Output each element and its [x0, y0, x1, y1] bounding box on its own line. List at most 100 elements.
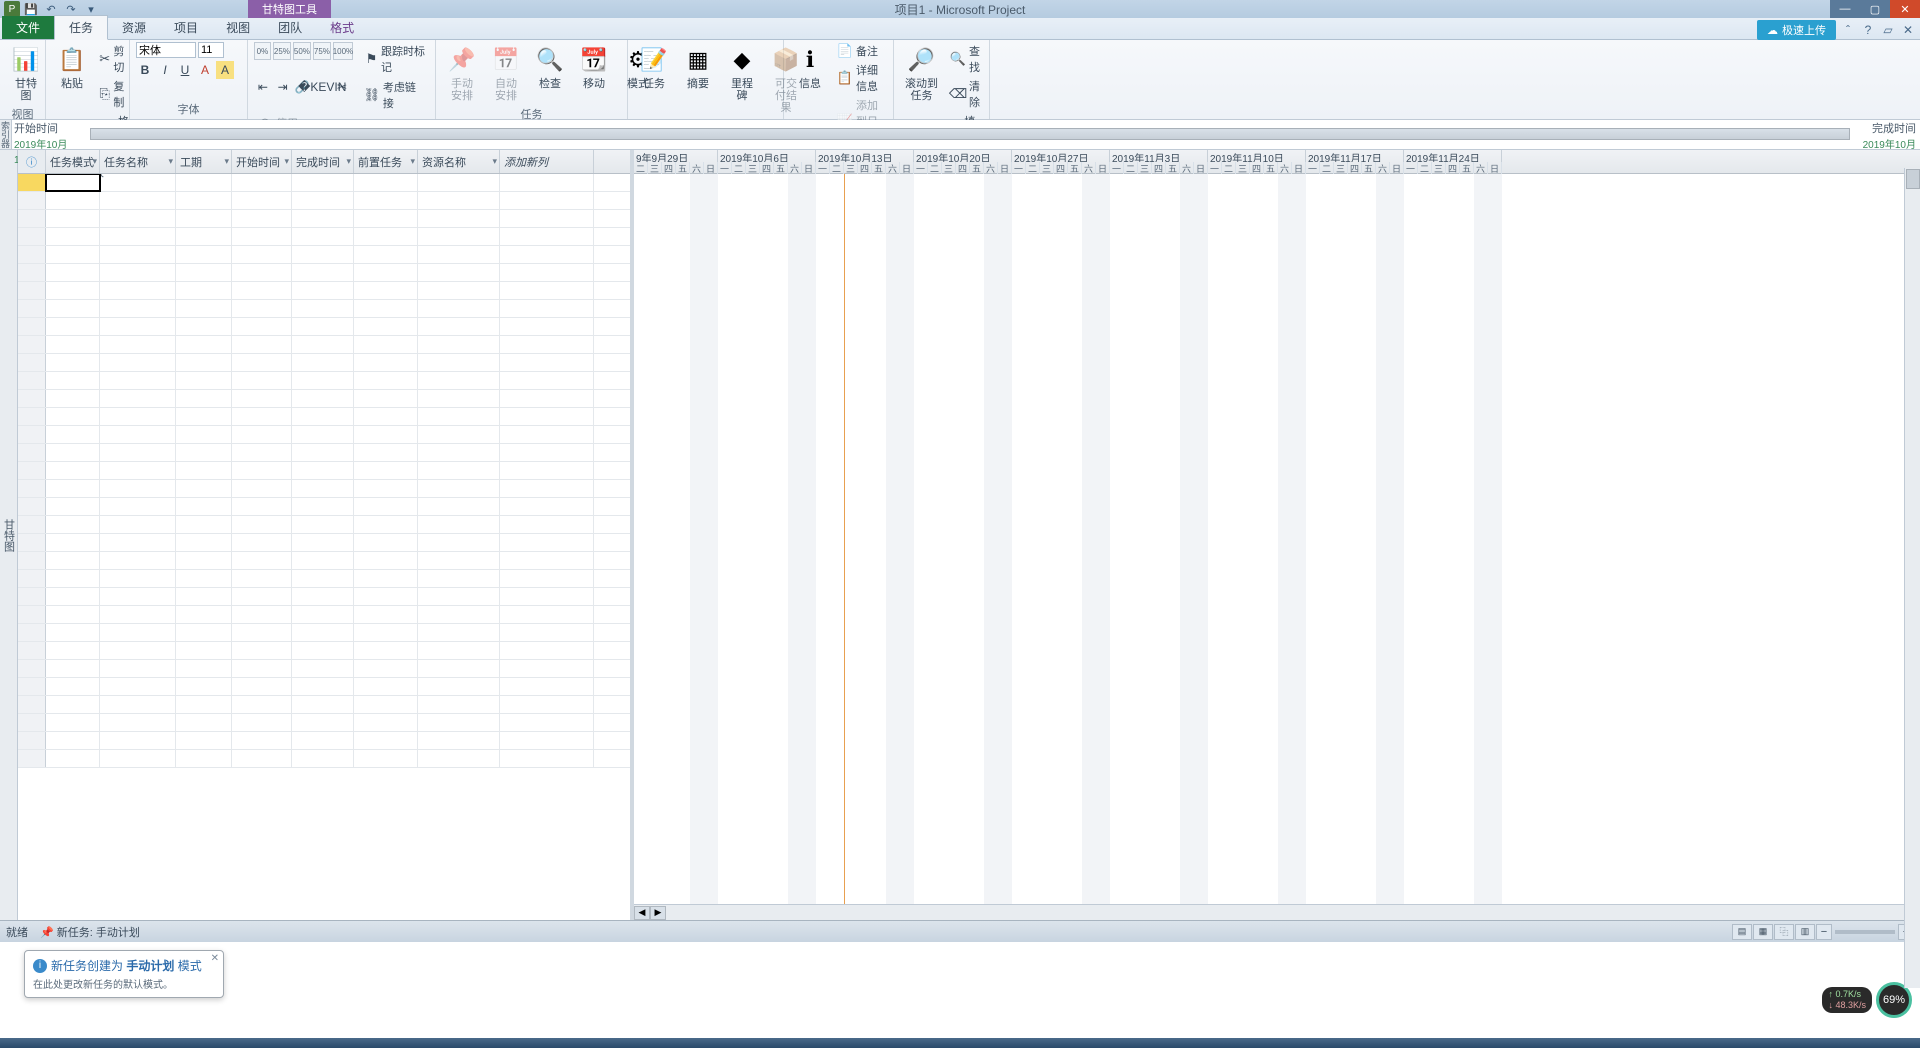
row-header[interactable] — [18, 390, 46, 407]
week-header[interactable]: 2019年10月6日 — [718, 150, 816, 162]
cell[interactable] — [354, 498, 418, 515]
minimize-button[interactable]: — — [1830, 0, 1860, 18]
table-row[interactable] — [18, 444, 630, 462]
cell[interactable] — [500, 300, 594, 317]
table-row[interactable] — [18, 696, 630, 714]
cell[interactable] — [500, 516, 594, 533]
row-header[interactable] — [18, 516, 46, 533]
cell[interactable] — [292, 372, 354, 389]
tab-format[interactable]: 格式 — [316, 16, 368, 39]
cell[interactable] — [100, 462, 176, 479]
cell[interactable] — [100, 282, 176, 299]
cell[interactable] — [292, 336, 354, 353]
cell[interactable] — [500, 264, 594, 281]
cell[interactable] — [418, 390, 500, 407]
clear-button[interactable]: ⌫清除 — [947, 77, 983, 111]
cell[interactable] — [418, 516, 500, 533]
cell[interactable] — [176, 498, 232, 515]
cell[interactable] — [292, 210, 354, 227]
cell[interactable] — [418, 624, 500, 641]
cell[interactable] — [46, 300, 100, 317]
cell[interactable] — [100, 588, 176, 605]
cell[interactable] — [354, 264, 418, 281]
row-header[interactable] — [18, 750, 46, 767]
cell[interactable] — [176, 732, 232, 749]
cell[interactable] — [176, 408, 232, 425]
cell[interactable] — [500, 192, 594, 209]
cell[interactable] — [176, 714, 232, 731]
cell[interactable] — [500, 426, 594, 443]
cell[interactable] — [292, 318, 354, 335]
cell[interactable] — [500, 732, 594, 749]
cell[interactable] — [176, 300, 232, 317]
cell[interactable] — [292, 444, 354, 461]
file-tab[interactable]: 文件 — [2, 16, 54, 39]
cell[interactable] — [176, 354, 232, 371]
cell[interactable] — [100, 516, 176, 533]
row-header[interactable] — [18, 552, 46, 569]
cell[interactable] — [354, 678, 418, 695]
cell[interactable] — [232, 660, 292, 677]
timeline-side-label[interactable]: 索引器 — [0, 120, 12, 149]
row-header[interactable] — [18, 210, 46, 227]
cell[interactable] — [46, 588, 100, 605]
tab-project[interactable]: 项目 — [160, 16, 212, 39]
table-row[interactable] — [18, 750, 630, 768]
cell[interactable] — [176, 606, 232, 623]
cell[interactable] — [176, 480, 232, 497]
summary-button[interactable]: ▦摘要 — [678, 42, 718, 92]
cell[interactable] — [46, 570, 100, 587]
cell[interactable] — [46, 606, 100, 623]
cell[interactable] — [354, 606, 418, 623]
cell[interactable] — [100, 678, 176, 695]
cell[interactable] — [232, 192, 292, 209]
cell[interactable] — [292, 624, 354, 641]
cell[interactable] — [292, 498, 354, 515]
cell[interactable] — [232, 750, 292, 767]
cell[interactable] — [46, 336, 100, 353]
cell[interactable] — [500, 714, 594, 731]
cell[interactable] — [500, 624, 594, 641]
manual-schedule-button[interactable]: 📌手动安排 — [442, 42, 482, 104]
cell[interactable] — [176, 624, 232, 641]
cell[interactable] — [418, 444, 500, 461]
cell[interactable] — [418, 534, 500, 551]
column-mode[interactable]: 任务模式▾ — [46, 150, 100, 173]
fill-color-button[interactable]: A — [216, 61, 234, 79]
cell[interactable] — [418, 408, 500, 425]
cell[interactable] — [292, 552, 354, 569]
app-icon[interactable]: P — [4, 1, 20, 17]
cell[interactable] — [292, 192, 354, 209]
cell[interactable] — [100, 426, 176, 443]
cell[interactable] — [500, 228, 594, 245]
cell[interactable] — [232, 552, 292, 569]
cell[interactable] — [418, 174, 500, 191]
week-header[interactable]: 2019年11月10日 — [1208, 150, 1306, 162]
track-mark-button[interactable]: ⚑跟踪时标记 — [362, 42, 429, 76]
tooltip-close-button[interactable]: ✕ — [211, 953, 219, 964]
cell[interactable] — [100, 534, 176, 551]
table-row[interactable] — [18, 588, 630, 606]
tab-task[interactable]: 任务 — [54, 15, 108, 40]
cell[interactable] — [418, 354, 500, 371]
cell[interactable] — [354, 336, 418, 353]
cell[interactable] — [292, 534, 354, 551]
cell[interactable] — [46, 480, 100, 497]
cell[interactable] — [46, 264, 100, 281]
help-icon[interactable]: ? — [1860, 22, 1876, 38]
cell[interactable] — [232, 444, 292, 461]
cell[interactable] — [418, 264, 500, 281]
cell[interactable] — [354, 390, 418, 407]
week-header[interactable]: 2019年10月27日 — [1012, 150, 1110, 162]
table-row[interactable] — [18, 192, 630, 210]
cell[interactable] — [292, 696, 354, 713]
cell[interactable] — [46, 516, 100, 533]
status-new-task[interactable]: 📌 新任务: 手动计划 — [40, 924, 140, 940]
cell[interactable] — [176, 678, 232, 695]
cell[interactable] — [292, 246, 354, 263]
cell[interactable] — [46, 750, 100, 767]
table-row[interactable] — [18, 570, 630, 588]
row-header[interactable] — [18, 336, 46, 353]
column-name[interactable]: 任务名称▾ — [100, 150, 176, 173]
cell[interactable] — [292, 588, 354, 605]
